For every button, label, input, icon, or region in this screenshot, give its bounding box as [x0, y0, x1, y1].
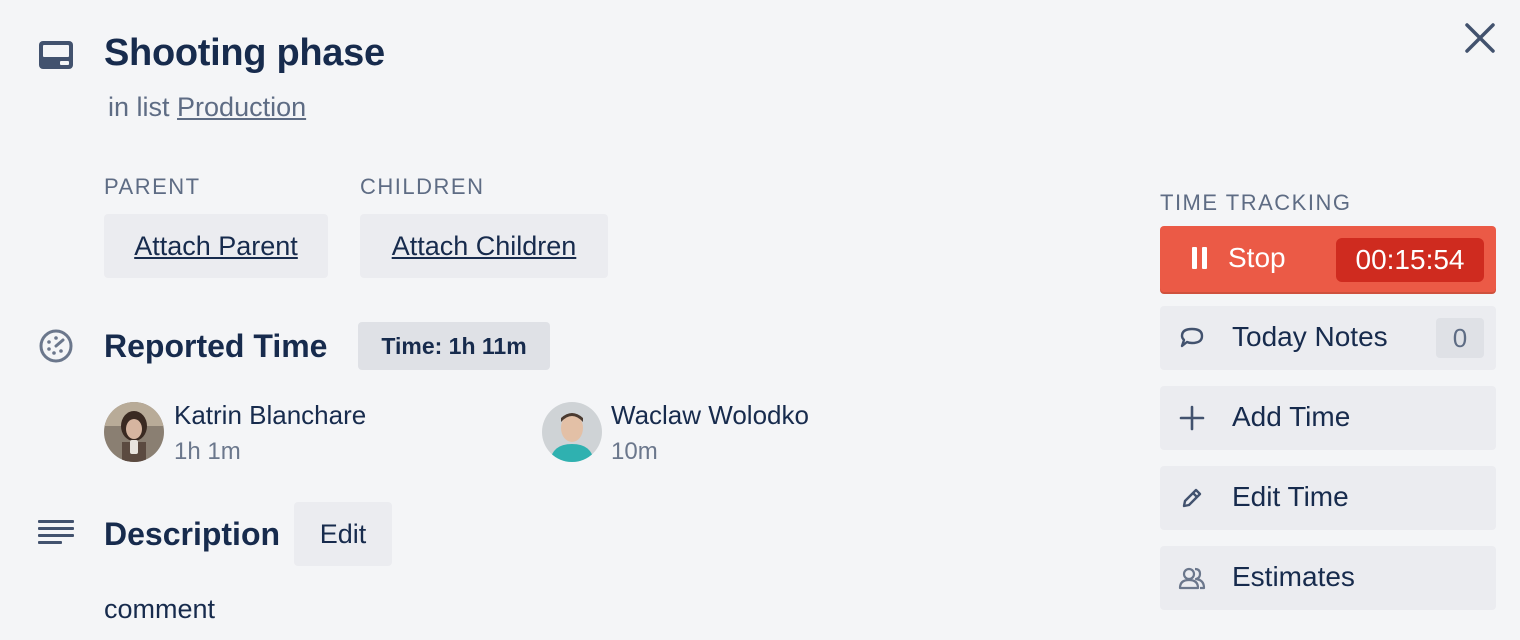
edit-description-button[interactable]: Edit: [294, 502, 392, 566]
estimates-label: Estimates: [1232, 561, 1355, 592]
avatar[interactable]: [104, 402, 164, 462]
attach-children-button[interactable]: Attach Children: [360, 214, 608, 278]
attach-children-label: Attach Children: [391, 230, 577, 261]
card-list-info: in list Production: [108, 92, 306, 123]
today-notes-label: Today Notes: [1232, 321, 1388, 352]
member-time: 1h 1m: [174, 438, 241, 465]
list-link[interactable]: Production: [177, 92, 306, 122]
member-name: Waclaw Wolodko: [611, 400, 809, 430]
plus-icon: [1178, 404, 1206, 432]
card-title: Shooting phase: [104, 32, 385, 74]
estimates-button[interactable]: Estimates: [1160, 546, 1496, 610]
add-time-label: Add Time: [1232, 401, 1351, 432]
speech-bubble-icon: [1178, 324, 1206, 352]
stopwatch-icon: [38, 328, 74, 364]
avatar[interactable]: [542, 402, 602, 462]
pause-icon: [1192, 247, 1208, 269]
total-time-badge: Time: 1h 11m: [358, 322, 550, 370]
close-button[interactable]: [1460, 18, 1500, 58]
reported-time-title: Reported Time: [104, 328, 328, 364]
in-list-prefix: in list: [108, 92, 170, 122]
stop-label: Stop: [1228, 242, 1286, 273]
card-icon: [38, 40, 74, 70]
today-notes-button[interactable]: Today Notes 0: [1160, 306, 1496, 370]
description-title: Description: [104, 516, 281, 552]
add-time-button[interactable]: Add Time: [1160, 386, 1496, 450]
close-icon: [1465, 23, 1495, 53]
member-time: 10m: [611, 438, 658, 465]
description-text[interactable]: comment: [104, 594, 215, 625]
edit-time-button[interactable]: Edit Time: [1160, 466, 1496, 530]
attach-parent-button[interactable]: Attach Parent: [104, 214, 328, 278]
users-icon: [1178, 564, 1206, 592]
time-tracking-label: TIME TRACKING: [1160, 190, 1352, 215]
children-label: CHILDREN: [360, 174, 485, 199]
attach-parent-label: Attach Parent: [134, 230, 298, 261]
stop-button[interactable]: Stop 00:15:54: [1160, 226, 1496, 292]
notes-count-badge: 0: [1436, 318, 1484, 358]
timer-display: 00:15:54: [1336, 238, 1484, 282]
parent-label: PARENT: [104, 174, 201, 199]
edit-time-label: Edit Time: [1232, 481, 1349, 512]
member-name: Katrin Blanchare: [174, 400, 367, 430]
description-lines-icon: [38, 518, 74, 548]
pencil-icon: [1178, 484, 1206, 512]
